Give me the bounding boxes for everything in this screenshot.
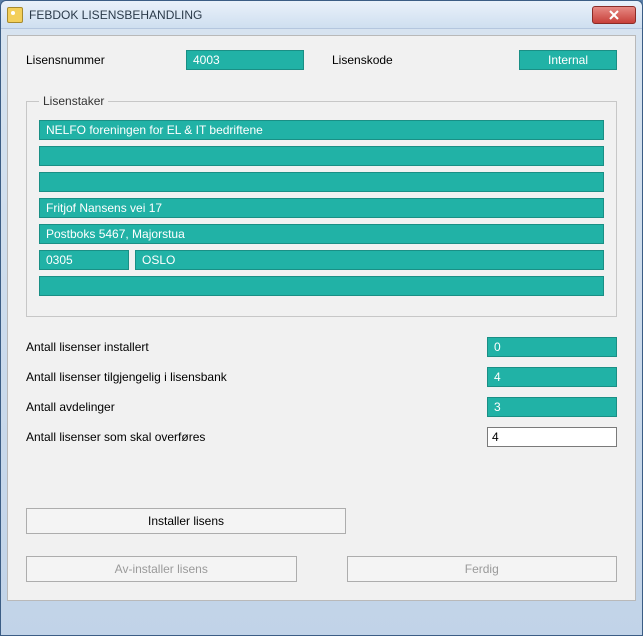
lisensnummer-label: Lisensnummer	[26, 53, 176, 67]
zip-field[interactable]: 0305	[39, 250, 129, 270]
client-area: Lisensnummer 4003 Lisenskode Internal Li…	[7, 35, 636, 601]
street-field[interactable]: Fritjof Nansens vei 17	[39, 198, 604, 218]
departments-label: Antall avdelinger	[26, 400, 487, 414]
transfer-input[interactable]	[487, 427, 617, 447]
button-area: Installer lisens Av-installer lisens Fer…	[26, 508, 617, 582]
internal-button[interactable]: Internal	[519, 50, 617, 70]
available-label: Antall lisenser tilgjengelig i lisensban…	[26, 370, 487, 384]
lisenskode-label: Lisenskode	[332, 53, 422, 67]
postbox-field[interactable]: Postboks 5467, Majorstua	[39, 224, 604, 244]
lisensnummer-field[interactable]: 4003	[186, 50, 304, 70]
titlebar: FEBDOK LISENSBEHANDLING	[1, 1, 642, 29]
line3-field[interactable]	[39, 172, 604, 192]
install-button[interactable]: Installer lisens	[26, 508, 346, 534]
lisenstaker-group: Lisenstaker NELFO foreningen for EL & IT…	[26, 94, 617, 317]
done-button: Ferdig	[347, 556, 618, 582]
close-icon	[609, 10, 619, 20]
app-icon	[7, 7, 23, 23]
transfer-label: Antall lisenser som skal overføres	[26, 430, 487, 444]
org-name-field[interactable]: NELFO foreningen for EL & IT bedriftene	[39, 120, 604, 140]
lisenstaker-legend: Lisenstaker	[39, 94, 108, 108]
app-window: FEBDOK LISENSBEHANDLING Lisensnummer 400…	[0, 0, 643, 636]
stats-area: Antall lisenser installert 0 Antall lise…	[26, 337, 617, 447]
window-title: FEBDOK LISENSBEHANDLING	[29, 8, 592, 22]
uninstall-button: Av-installer lisens	[26, 556, 297, 582]
top-row: Lisensnummer 4003 Lisenskode Internal	[26, 50, 617, 70]
line2-field[interactable]	[39, 146, 604, 166]
departments-value: 3	[487, 397, 617, 417]
last-line-field[interactable]	[39, 276, 604, 296]
installed-label: Antall lisenser installert	[26, 340, 487, 354]
close-button[interactable]	[592, 6, 636, 24]
city-field[interactable]: OSLO	[135, 250, 604, 270]
installed-value: 0	[487, 337, 617, 357]
available-value: 4	[487, 367, 617, 387]
